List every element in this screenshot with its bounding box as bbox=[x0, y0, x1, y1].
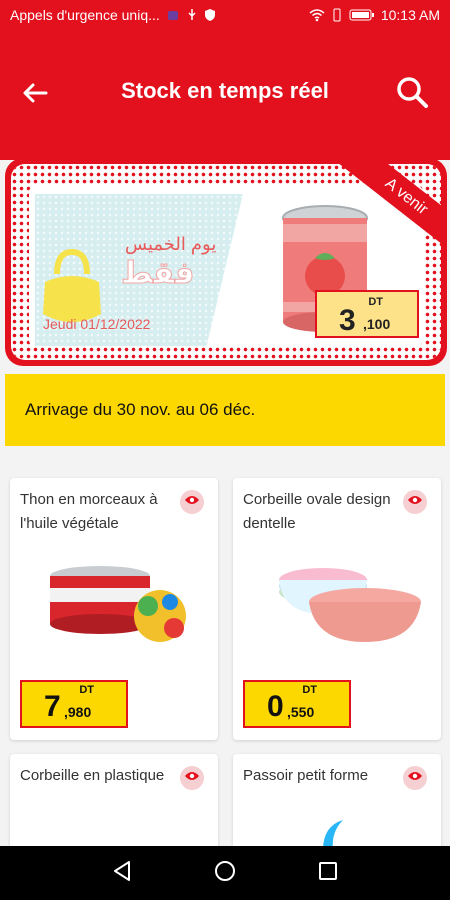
product-price-sub: ,980 bbox=[64, 704, 92, 720]
page-title: Stock en temps réel bbox=[121, 78, 329, 103]
arrival-notice: Arrivage du 30 nov. au 06 déc. bbox=[5, 374, 445, 446]
product-card[interactable]: Corbeille en plastique bbox=[10, 754, 218, 854]
view-product-button[interactable] bbox=[180, 766, 204, 790]
product-name: Corbeille ovale design dentelle bbox=[243, 491, 391, 532]
eye-icon bbox=[407, 493, 423, 511]
product-price-currency: DT bbox=[302, 684, 317, 696]
product-price-sub: ,550 bbox=[287, 704, 315, 720]
app-bar: Stock en temps réel bbox=[0, 30, 450, 160]
shield-icon bbox=[204, 8, 216, 22]
circle-home-icon bbox=[214, 860, 236, 887]
square-recents-icon bbox=[318, 861, 338, 886]
eye-icon bbox=[184, 769, 200, 787]
arrival-notice-text: Arrivage du 30 nov. au 06 déc. bbox=[25, 400, 256, 419]
search-icon bbox=[395, 75, 429, 114]
product-price-tag: DT 0 ,550 bbox=[243, 680, 351, 728]
wifi-icon bbox=[309, 8, 325, 22]
promo-banner[interactable]: يوم الخميس فقط Jeudi 01/12/2022 DT 3 ,10… bbox=[5, 158, 447, 366]
product-card[interactable]: Thon en morceaux à l'huile végétale DT 7… bbox=[10, 478, 218, 740]
product-name: Passoir petit forme bbox=[243, 767, 369, 784]
tuna-can-image bbox=[50, 566, 186, 642]
eye-icon bbox=[407, 769, 423, 787]
triangle-back-icon bbox=[112, 860, 132, 887]
search-button[interactable] bbox=[394, 76, 430, 112]
product-card[interactable]: Corbeille ovale design dentelle DT 0 ,55… bbox=[233, 478, 441, 740]
eye-icon bbox=[184, 493, 200, 511]
view-product-button[interactable] bbox=[180, 490, 204, 514]
notification-text: Appels d'urgence uniq... bbox=[10, 7, 160, 23]
system-nav-bar bbox=[0, 846, 450, 900]
nav-back-button[interactable] bbox=[102, 853, 142, 893]
banner-price-currency: DT bbox=[368, 296, 383, 308]
banner-content: يوم الخميس فقط Jeudi 01/12/2022 DT 3 ,10… bbox=[29, 186, 423, 346]
status-time: 10:13 AM bbox=[380, 7, 440, 23]
view-product-button[interactable] bbox=[403, 490, 427, 514]
product-card[interactable]: Passoir petit forme bbox=[233, 754, 441, 854]
banner-price-tag: DT 3 ,100 bbox=[315, 290, 419, 338]
status-bar: Appels d'urgence uniq... 10:13 AM bbox=[0, 0, 450, 30]
product-price-main: 0 bbox=[267, 690, 284, 723]
product-name: Corbeille en plastique bbox=[20, 767, 165, 784]
vibrate-icon bbox=[331, 8, 343, 22]
product-price-main: 7 bbox=[44, 690, 61, 723]
banner-arabic-day: يوم الخميس bbox=[125, 234, 217, 254]
nav-recents-button[interactable] bbox=[308, 853, 348, 893]
banner-arabic-only: فقط bbox=[120, 257, 195, 291]
banner-date: Jeudi 01/12/2022 bbox=[43, 316, 151, 332]
nav-home-button[interactable] bbox=[205, 853, 245, 893]
battery-icon bbox=[349, 8, 375, 22]
app-notification-icon bbox=[166, 8, 180, 22]
product-price-currency: DT bbox=[79, 684, 94, 696]
view-product-button[interactable] bbox=[403, 766, 427, 790]
banner-price-main: 3 bbox=[339, 304, 356, 337]
basket-image bbox=[279, 568, 421, 642]
product-name: Thon en morceaux à l'huile végétale bbox=[20, 491, 158, 532]
product-price-tag: DT 7 ,980 bbox=[20, 680, 128, 728]
usb-icon bbox=[186, 8, 198, 22]
banner-price-sub: ,100 bbox=[363, 316, 391, 332]
